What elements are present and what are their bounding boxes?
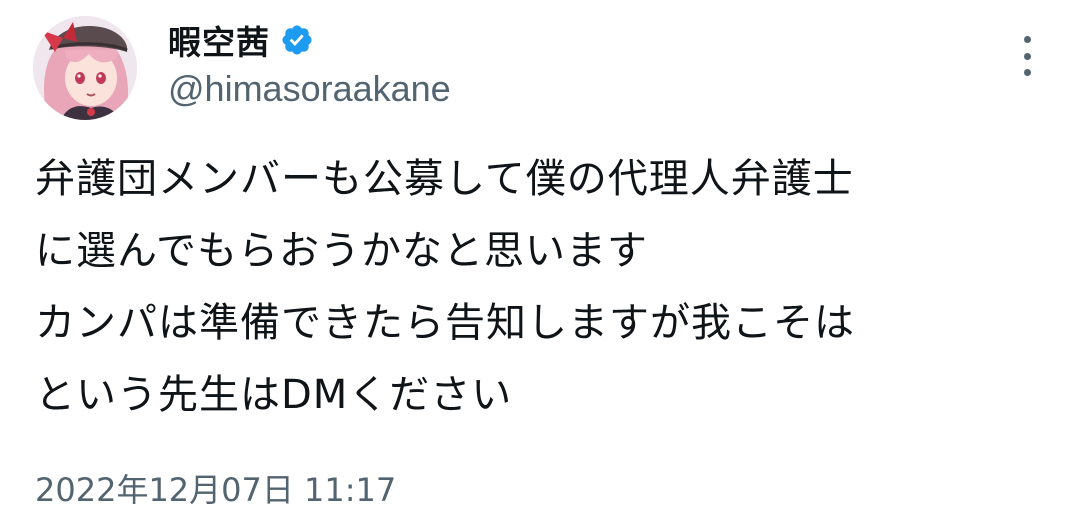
tweet-timestamp[interactable]: 2022年12月07日 11:17 bbox=[35, 465, 396, 511]
avatar-illustration-icon bbox=[33, 16, 137, 120]
user-handle[interactable]: @himasoraakane bbox=[168, 68, 451, 110]
tweet-text-line: 弁護団メンバーも公募して僕の代理人弁護士 bbox=[35, 156, 854, 202]
more-vertical-icon-dot bbox=[1023, 52, 1031, 60]
more-vertical-icon bbox=[1023, 36, 1031, 43]
author-row: 暇空茜 bbox=[168, 14, 314, 66]
verified-badge-icon bbox=[280, 23, 314, 57]
more-vertical-icon-dot bbox=[1023, 69, 1031, 76]
more-options-button[interactable] bbox=[1010, 36, 1044, 76]
display-name[interactable]: 暇空茜 bbox=[168, 16, 270, 64]
tweet-card: 暇空茜 @himasoraakane 弁護団メンバーも公募して僕の代理人弁護士 … bbox=[0, 0, 1080, 526]
tweet-text: 弁護団メンバーも公募して僕の代理人弁護士 に選んでもらおうかなと思います カンパ… bbox=[35, 143, 1045, 431]
tweet-text-line: という先生はDMください bbox=[35, 372, 513, 418]
avatar[interactable] bbox=[33, 16, 137, 120]
tweet-text-line: カンパは準備できたら告知しますが我こそは bbox=[35, 300, 855, 346]
tweet-text-line: に選んでもらおうかなと思います bbox=[35, 228, 648, 274]
